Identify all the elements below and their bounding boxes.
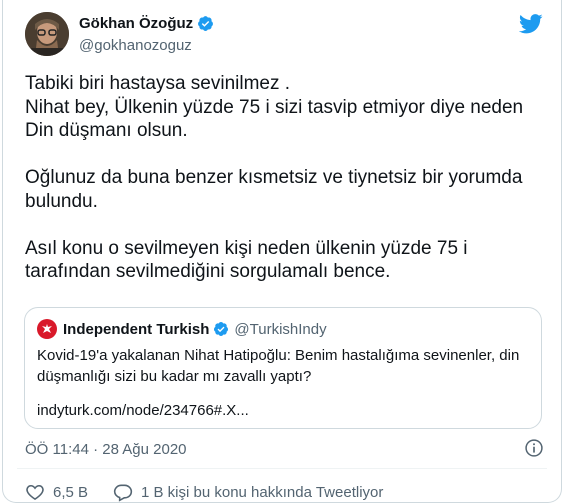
quoted-tweet-text: Kovid-19'a yakalanan Nihat Hatipoğlu: Be… [37,345,531,387]
heart-icon [26,484,44,501]
quoted-tweet-header: Independent Turkish @TurkishIndy [37,319,327,339]
tweet-text: Tabiki biri hastaysa sevinilmez . Nihat … [25,72,545,284]
verified-badge-icon [198,16,214,31]
tweet-line: Nihat bey, Ülkenin yüzde 75 i sizi tasvi… [25,96,524,118]
quoted-author-handle[interactable]: @TurkishIndy [234,321,326,338]
author-avatar[interactable] [25,12,69,56]
quoted-tweet-link[interactable]: indyturk.com/node/234766#.X... [37,402,249,419]
tweet-line: tarafından sevilmediğini sorgulamalı ben… [25,261,391,282]
verified-badge-icon [214,322,229,336]
avatar-photo [25,12,69,56]
reply-conversation-button[interactable]: 1 B kişi bu konu hakkında Tweetliyor [113,482,383,502]
tweet-timestamp[interactable]: ÖÖ 11:44 · 28 Ağu 2020 [25,441,187,458]
tweet-card: Gökhan Özoğuz @gokhanozoguz Tabiki biri … [2,0,562,503]
independent-eagle-icon [37,319,57,339]
tweet-line: Din düşmanı olsun. [25,120,188,141]
speech-bubble-icon [113,484,133,502]
quoted-author-name[interactable]: Independent Turkish [63,321,209,338]
divider [17,468,547,469]
quoted-tweet[interactable]: Independent Turkish @TurkishIndy Kovid-1… [24,307,542,429]
like-count: 6,5 B [53,483,89,501]
tweet-line: Asıl konu o sevilmeyen kişi neden ülkeni… [25,237,468,259]
author-display-name[interactable]: Gökhan Özoğuz [79,15,193,32]
like-button[interactable]: 6,5 B [25,482,88,502]
twitter-bird-icon[interactable] [519,14,543,34]
author-name-row[interactable]: Gökhan Özoğuz [79,15,214,32]
reply-label: 1 B kişi bu konu hakkında Tweetliyor [141,483,384,501]
tweet-line: bulundu. [25,190,98,212]
author-handle[interactable]: @gokhanozoguz [79,37,192,54]
quoted-text-line: Kovid-19'a yakalanan Nihat Hatipoğlu: Be… [37,347,520,364]
tweet-line: Tabiki biri hastaysa sevinilmez . [25,73,291,94]
tweet-line: Oğlunuz da buna benzer kısmetsiz ve tiyn… [25,167,523,188]
quoted-text-line: düşmanlığı sizi bu kadar mı zavallı yapt… [37,368,312,385]
info-circle-icon[interactable] [524,438,544,458]
